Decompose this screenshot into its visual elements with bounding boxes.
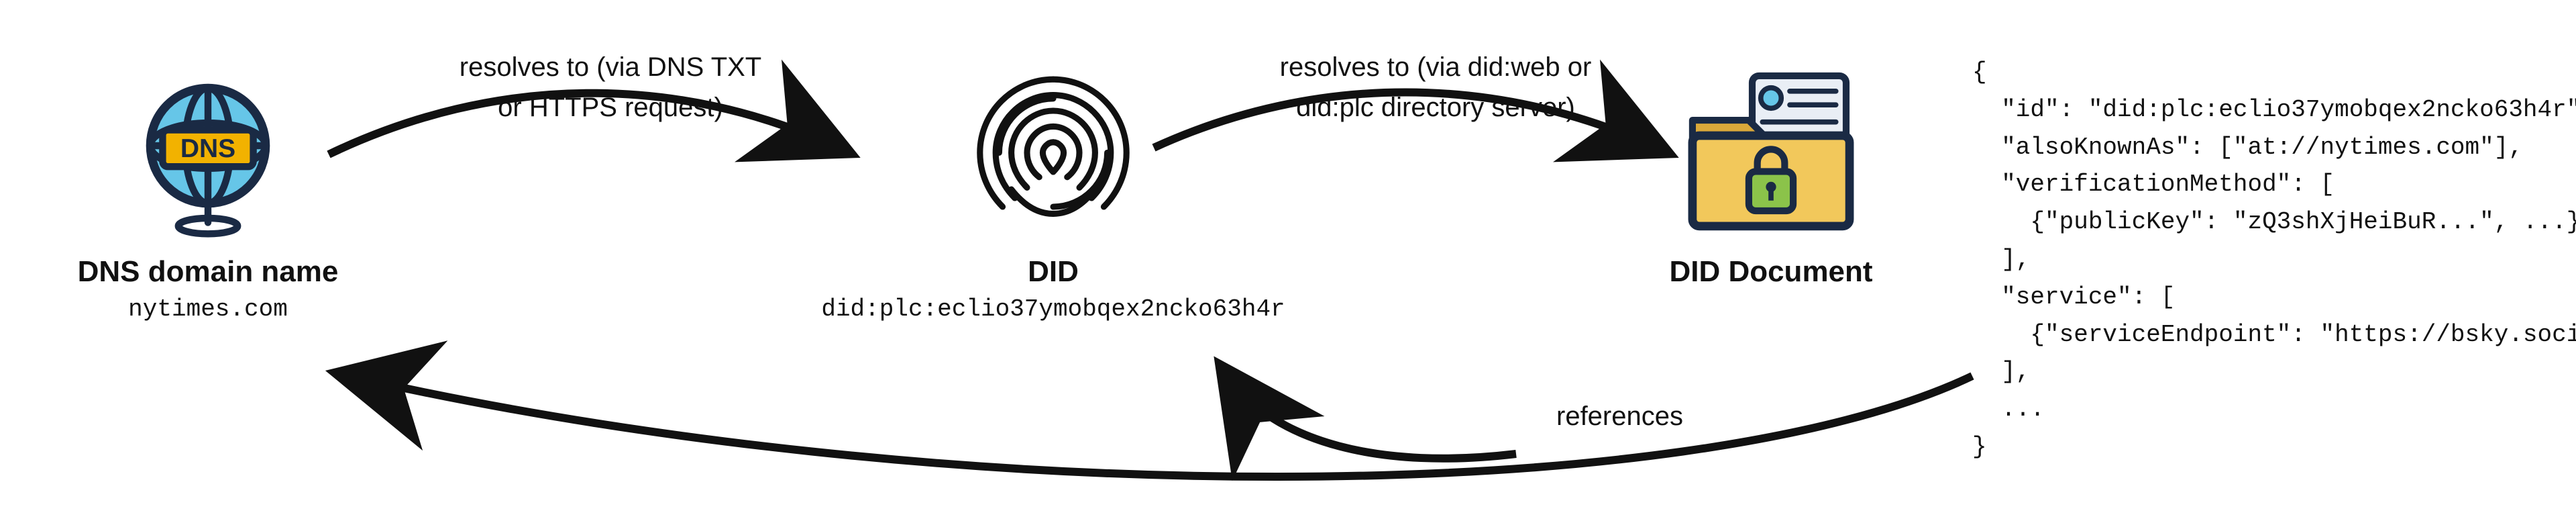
arrow-resolve-did-line2: did:plc directory server) (1296, 93, 1575, 122)
svg-text:DNS: DNS (180, 134, 235, 163)
dns-subtitle: nytimes.com (128, 295, 288, 323)
arrow-resolve-dns-line1: resolves to (via DNS TXT (460, 52, 762, 82)
arrow-references-label: references (1556, 396, 1683, 436)
arrow-resolve-dns-label: resolves to (via DNS TXT or HTTPS reques… (376, 47, 845, 128)
arrow-resolve-dns-line2: or HTTPS request) (498, 93, 723, 122)
dns-title: DNS domain name (78, 255, 339, 289)
fingerprint-icon (966, 67, 1140, 242)
did-title: DID (1028, 255, 1079, 289)
did-document-title: DID Document (1669, 255, 1872, 289)
did-document-json: { "id": "did:plc:eclio37ymobqex2ncko63h4… (1972, 54, 2576, 466)
folder-lock-icon (1677, 67, 1865, 242)
globe-dns-icon: DNS (121, 67, 295, 242)
dns-domain-node: DNS DNS domain name nytimes.com (74, 67, 342, 323)
did-subtitle: did:plc:eclio37ymobqex2ncko63h4r (821, 295, 1285, 323)
arrow-resolve-did-label: resolves to (via did:web or did:plc dire… (1194, 47, 1677, 128)
arrow-resolve-did-line1: resolves to (via did:web or (1280, 52, 1592, 82)
